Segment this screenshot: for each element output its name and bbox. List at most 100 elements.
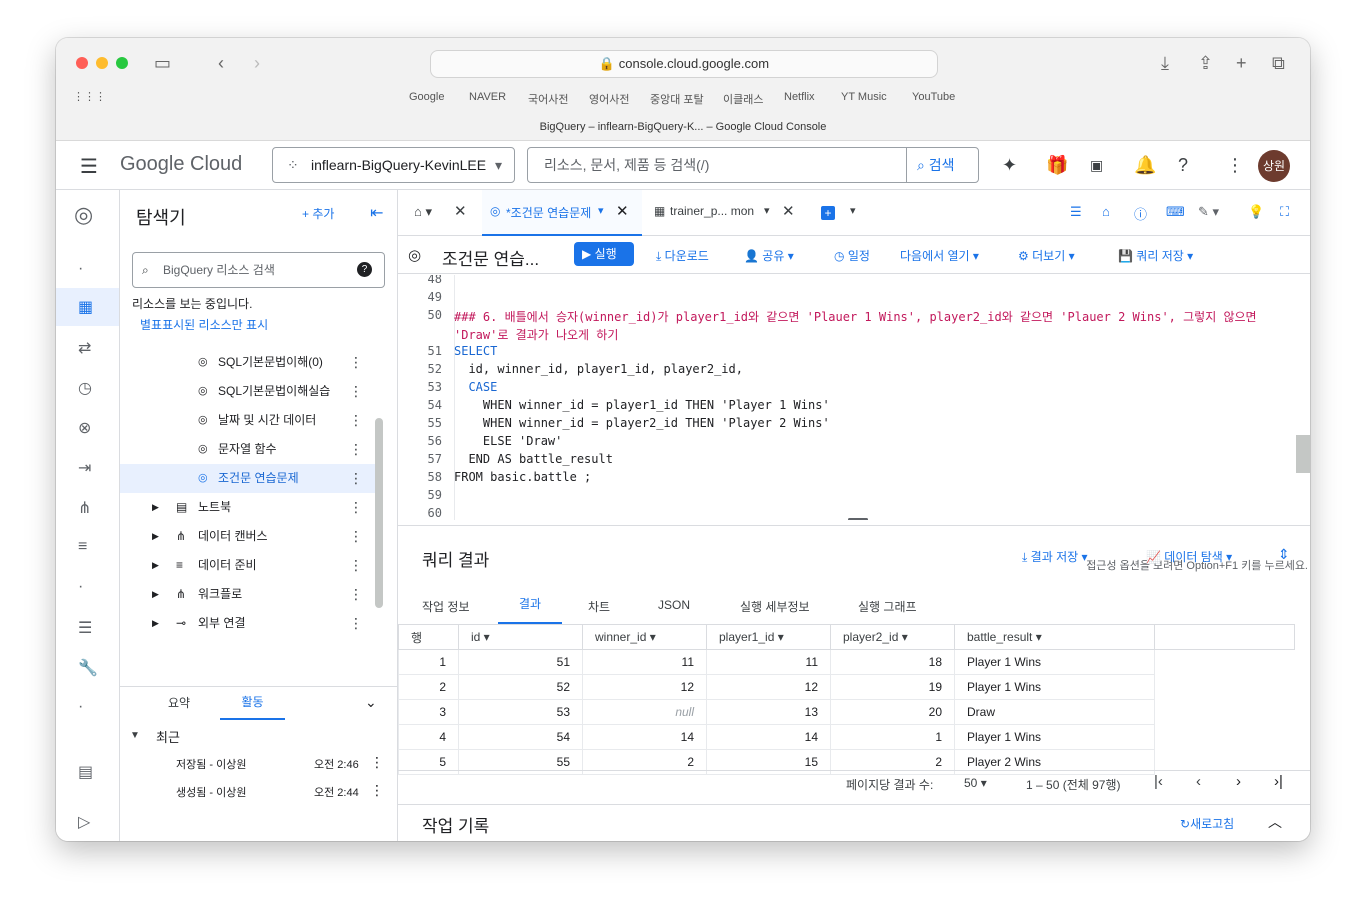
expand-rail-icon[interactable]: ▷	[78, 812, 90, 832]
dataform-icon[interactable]: ⇥	[78, 458, 91, 478]
info-icon[interactable]: ⓘ	[1134, 204, 1147, 223]
close-icon[interactable]: ✕	[616, 202, 629, 220]
add-button[interactable]: + 추가	[302, 205, 334, 222]
expand-icon[interactable]: ▶	[152, 493, 159, 522]
expand-icon[interactable]: ▶	[152, 522, 159, 551]
column-header[interactable]: 행	[398, 624, 459, 650]
google-cloud-logo[interactable]: Google Cloud	[120, 153, 242, 176]
expand-icon[interactable]: ⇕	[1278, 546, 1290, 563]
first-page-icon[interactable]: |‹	[1154, 773, 1163, 790]
gemini-icon[interactable]: ✦	[1002, 155, 1017, 176]
last-page-icon[interactable]: ›|	[1274, 773, 1283, 790]
chevron-down-icon[interactable]: ▾	[764, 204, 770, 217]
favorite-link[interactable]: YT Music	[841, 91, 887, 103]
save-query-button[interactable]: 💾 쿼리 저장 ▾	[1118, 247, 1193, 264]
column-header[interactable]: player2_id ▾	[830, 624, 955, 650]
tree-group[interactable]: ▶ ≡ 데이터 준비 ⋮	[120, 551, 375, 580]
starred-only-link[interactable]: 별표표시된 리소스만 표시	[140, 316, 268, 333]
favorite-link[interactable]: Google	[409, 91, 444, 103]
tab-query-editor[interactable]: ◎ *조건문 연습문제 ▾ ✕	[482, 190, 642, 236]
help-icon[interactable]: ?	[357, 262, 372, 277]
tree-group[interactable]: ▶ ⋔ 워크플로 ⋮	[120, 580, 375, 609]
close-icon[interactable]: ✕	[782, 202, 795, 220]
editor-scrollbar[interactable]	[1296, 435, 1310, 473]
query-title[interactable]: 조건문 연습...	[442, 245, 539, 270]
more-vert-icon[interactable]: ⋮	[370, 754, 384, 771]
tab-execution-graph[interactable]: 실행 그래프	[858, 598, 917, 615]
transfers-icon[interactable]: ⇄	[78, 338, 91, 358]
format-icon[interactable]: ✎ ▾	[1198, 204, 1219, 220]
sidebar-toggle-icon[interactable]: ▭	[154, 53, 171, 73]
home-icon[interactable]: ⌂	[1102, 204, 1110, 219]
more-vert-icon[interactable]: ⋮	[349, 348, 363, 377]
collapse-panel-icon[interactable]: ⇤	[370, 203, 383, 223]
table-row[interactable]: 2 52 12 12 19 Player 1 Wins	[398, 674, 1295, 700]
more-vert-icon[interactable]: ⋮	[1226, 155, 1244, 176]
tab-activity[interactable]: 활동	[220, 686, 285, 720]
open-in-button[interactable]: 다음에서 열기 ▾	[900, 247, 979, 264]
tree-item-query[interactable]: ◎ 문자열 함수 ⋮	[120, 435, 375, 464]
gift-icon[interactable]: 🎁	[1046, 155, 1068, 176]
jobs-icon[interactable]: ≡	[78, 538, 87, 556]
share-icon[interactable]: ⇪	[1198, 53, 1213, 73]
favorite-link[interactable]: YouTube	[912, 91, 955, 103]
tab-results[interactable]: 결과	[498, 584, 562, 624]
new-tab-icon[interactable]: +	[1236, 53, 1247, 73]
favorite-link[interactable]: 영어사전	[589, 91, 629, 107]
run-button[interactable]: ▶ 실행	[574, 242, 634, 266]
more-vert-icon[interactable]: ⋮	[370, 782, 384, 799]
expand-icon[interactable]: ▶	[152, 580, 159, 609]
notifications-icon[interactable]: 🔔	[1134, 155, 1156, 176]
refresh-button[interactable]: ↻새로고침	[1180, 815, 1234, 832]
favorite-link[interactable]: Netflix	[784, 91, 815, 103]
download-icon[interactable]: ⤓	[1161, 53, 1169, 73]
save-results-button[interactable]: ⤓ 결과 저장 ▾	[1022, 548, 1088, 565]
list-icon[interactable]: ☰	[78, 618, 92, 638]
home-icon[interactable]: ⌂ ▾	[414, 204, 432, 220]
admin-icon[interactable]: 🔧	[78, 658, 98, 678]
favorite-link[interactable]: 중앙대 포탈	[650, 91, 704, 107]
avatar[interactable]: 상원	[1258, 150, 1290, 182]
apps-grid-icon[interactable]: ⋮⋮⋮	[73, 90, 106, 103]
fullscreen-icon[interactable]: ⛶	[1280, 204, 1289, 220]
tree-item-query-selected[interactable]: ◎ 조건문 연습문제 ⋮	[120, 464, 375, 493]
column-header[interactable]: battle_result ▾	[954, 624, 1155, 650]
sql-editor[interactable]: 48 49 50 ### 6. 배틀에서 승자(winner_id)가 play…	[398, 275, 1310, 520]
new-tab-button[interactable]: +	[821, 206, 835, 220]
chevron-down-icon[interactable]: ⌄	[365, 694, 377, 711]
analytics-hub-icon[interactable]: ⊗	[78, 418, 91, 438]
favorite-link[interactable]: 국어사전	[528, 91, 568, 107]
table-row[interactable]: 4 54 14 14 1 Player 1 Wins	[398, 724, 1295, 750]
tab-overview-icon[interactable]: ⧉	[1272, 53, 1285, 73]
more-vert-icon[interactable]: ⋮	[349, 377, 363, 406]
more-vert-icon[interactable]: ⋮	[349, 406, 363, 435]
rail-item-explorer[interactable]: ▦	[56, 288, 119, 326]
cloud-shell-icon[interactable]: ▣	[1090, 157, 1103, 174]
tab-execution-details[interactable]: 실행 세부정보	[740, 598, 810, 615]
tab-summary[interactable]: 요약	[168, 694, 190, 711]
expand-icon[interactable]: ▶	[152, 609, 159, 638]
tab-table[interactable]: trainer_p... mon	[670, 204, 754, 218]
resource-search-input[interactable]: ⌕ BigQuery 리소스 검색?	[132, 252, 385, 288]
tab-json[interactable]: JSON	[658, 598, 690, 612]
expand-icon[interactable]: ▶	[152, 551, 159, 580]
more-vert-icon[interactable]: ⋮	[349, 609, 363, 638]
more-vert-icon[interactable]: ⋮	[349, 551, 363, 580]
lightbulb-icon[interactable]: 💡	[1248, 204, 1264, 220]
search-button[interactable]: ⌕ 검색	[906, 148, 978, 182]
column-header[interactable]: id ▾	[458, 624, 583, 650]
chevron-down-icon[interactable]: ▾	[850, 204, 856, 217]
more-vert-icon[interactable]: ⋮	[349, 580, 363, 609]
resize-handle[interactable]	[848, 518, 868, 520]
table-row[interactable]: 1 51 11 11 18 Player 1 Wins	[398, 649, 1295, 675]
more-vert-icon[interactable]: ⋮	[349, 435, 363, 464]
notes-icon[interactable]: ▤	[78, 762, 93, 782]
more-button[interactable]: ⚙ 더보기 ▾	[1018, 247, 1075, 264]
global-search-input[interactable]: 리소스, 문서, 제품 등 검색(/) ⌕ 검색	[527, 147, 979, 183]
share-button[interactable]: 👤 공유 ▾	[744, 247, 794, 264]
download-button[interactable]: ⤓ 다운로드	[656, 247, 709, 264]
address-bar[interactable]: 🔒 console.cloud.google.com	[430, 50, 938, 78]
close-window-button[interactable]	[76, 57, 88, 69]
pipelines-icon[interactable]: ⋔	[78, 498, 91, 518]
scheduled-icon[interactable]: ◷	[78, 378, 92, 398]
